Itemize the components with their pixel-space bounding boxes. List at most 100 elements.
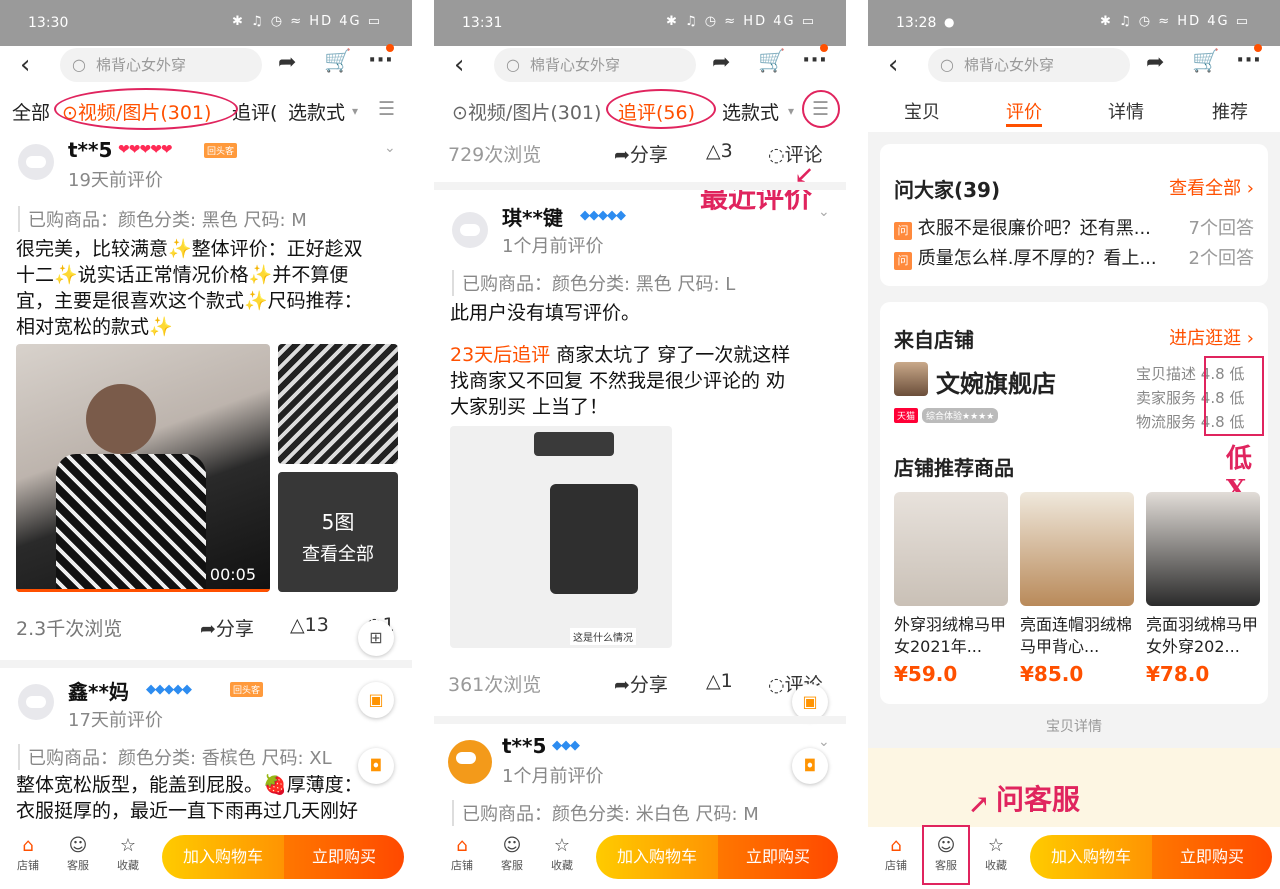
- ask-float-icon[interactable]: ◘: [358, 748, 394, 784]
- filter-followup[interactable]: 追评(: [232, 98, 277, 125]
- chevron-down-icon[interactable]: ⌄: [818, 734, 830, 750]
- chevron-down-icon[interactable]: ⌄: [818, 204, 830, 220]
- like-button[interactable]: △13: [290, 614, 329, 636]
- cart-icon[interactable]: 🛒: [758, 49, 785, 74]
- qa-question: 质量怎么样.厚不厚的？看上...: [917, 248, 1157, 269]
- share-button[interactable]: ➦分享: [614, 670, 668, 697]
- share-icon[interactable]: ➦: [278, 50, 296, 75]
- more-images-tile[interactable]: 5图 查看全部: [278, 472, 398, 592]
- repeat-buyer-badge: 回头客: [230, 682, 264, 697]
- review-date: 19天前评价: [68, 170, 163, 191]
- status-time: 13:30: [28, 15, 69, 31]
- review-image[interactable]: 这是什么情况: [450, 426, 672, 648]
- add-to-cart-button[interactable]: 加入购物车: [1030, 835, 1152, 879]
- search-icon: ○: [940, 55, 954, 74]
- customer-service-button[interactable]: ☺ 客服: [58, 835, 98, 873]
- search-input[interactable]: ○ 棉背心女外穿: [494, 48, 696, 82]
- like-count: 13: [304, 614, 329, 636]
- shop-button[interactable]: ⌂ 店铺: [8, 835, 48, 873]
- share-label: 分享: [215, 618, 254, 640]
- annotation-circle: [606, 89, 716, 129]
- share-icon[interactable]: ➦: [1146, 50, 1164, 75]
- favorite-button[interactable]: ☆ 收藏: [108, 835, 148, 873]
- review-image[interactable]: [278, 344, 398, 464]
- shop-icon: ⌂: [890, 835, 902, 856]
- share-button[interactable]: ➦分享: [614, 140, 668, 167]
- filter-style[interactable]: 选款式: [722, 98, 779, 125]
- recommend-title: 店铺推荐商品: [894, 456, 1014, 480]
- review-float-icon[interactable]: ▣: [358, 682, 394, 718]
- annotation-box: [1204, 356, 1264, 436]
- sweater-image: [56, 454, 206, 592]
- like-button[interactable]: △3: [706, 140, 733, 162]
- question-icon: 问: [894, 222, 912, 240]
- review-line: 相对宽松的款式✨: [16, 316, 173, 338]
- store-section-title: 来自店铺: [894, 328, 974, 352]
- cart-icon[interactable]: 🛒: [324, 49, 351, 74]
- chat-icon: ☺: [68, 835, 88, 856]
- shop-button[interactable]: ⌂ 店铺: [442, 835, 482, 873]
- product-card[interactable]: 亮面羽绒棉马甲女外穿202... ¥78.0: [1146, 492, 1260, 686]
- filter-icon[interactable]: ☰: [378, 98, 395, 120]
- buy-now-button[interactable]: 立即购买: [1152, 835, 1272, 879]
- search-input[interactable]: ○ 棉背心女外穿: [60, 48, 262, 82]
- review-float-icon[interactable]: ▣: [792, 684, 828, 720]
- visit-store-link[interactable]: 进店逛逛 ›: [1169, 324, 1254, 350]
- product-name: 亮面羽绒棉马甲女外穿202...: [1146, 615, 1259, 656]
- followup-text: 23天后追评 商家太坑了 穿了一次就这样 找商家又不回复 不然我是很少评论的 劝…: [450, 342, 790, 420]
- back-icon[interactable]: ‹: [888, 50, 898, 80]
- favorite-label: 收藏: [551, 859, 573, 872]
- chat-icon: ☺: [502, 835, 522, 856]
- store-card: 来自店铺 进店逛逛 › 文婉旗舰店 天猫 综合体验★★★★ 宝贝描述 4.8 低…: [880, 302, 1268, 704]
- share-icon: ➦: [614, 144, 630, 166]
- share-icon[interactable]: ➦: [712, 50, 730, 75]
- qa-item[interactable]: 问 质量怎么样.厚不厚的？看上... 2个回答: [894, 244, 1254, 270]
- status-bar: 13:28 ● ✱ ♫ ◷ ≈ HD 4G ▭: [868, 0, 1280, 46]
- add-to-cart-button[interactable]: 加入购物车: [162, 835, 284, 879]
- shop-button[interactable]: ⌂ 店铺: [876, 835, 916, 873]
- review-date: 1个月前评价: [502, 236, 604, 257]
- product-card[interactable]: 外穿羽绒棉马甲女2021年... ¥59.0: [894, 492, 1008, 686]
- customer-service-button[interactable]: ☺ 客服: [492, 835, 532, 873]
- product-card[interactable]: 亮面连帽羽绒棉马甲背心... ¥85.0: [1020, 492, 1134, 686]
- filter-style[interactable]: 选款式: [288, 98, 345, 125]
- avatar: [448, 740, 492, 784]
- cart-icon[interactable]: 🛒: [1192, 49, 1219, 74]
- bottom-action-bar: ⌂ 店铺 ☺ 客服 ☆ 收藏 加入购物车 立即购买: [434, 827, 846, 889]
- detail-divider: 宝贝详情: [868, 716, 1280, 736]
- status-icons: ✱ ♫ ◷ ≈ HD 4G ▭: [232, 14, 382, 29]
- bottom-action-bar: ⌂ 店铺 ☺ 客服 ☆ 收藏 加入购物车 立即购买: [868, 825, 1280, 889]
- share-label: 分享: [629, 674, 668, 696]
- purchased-sku: 已购商品：颜色分类: 黑色 尺码: M: [18, 206, 307, 232]
- like-count: 1: [720, 670, 733, 692]
- qa-item[interactable]: 问 衣服不是很廉价吧？还有黑... 7个回答: [894, 214, 1254, 240]
- followup-line: 找商家又不回复 不然我是很少评论的 劝: [450, 370, 786, 392]
- diamond-rating-icon: ◆◆◆: [552, 738, 580, 753]
- favorite-button[interactable]: ☆ 收藏: [976, 835, 1016, 873]
- phone-panel-2: 13:31 ✱ ♫ ◷ ≈ HD 4G ▭ ‹ ○ 棉背心女外穿 ➦ 🛒 ··· …: [434, 0, 846, 889]
- store-name[interactable]: 文婉旗舰店: [936, 364, 1056, 399]
- add-to-cart-button[interactable]: 加入购物车: [596, 835, 718, 879]
- avatar: [452, 212, 488, 248]
- tab-item[interactable]: 详情: [1108, 98, 1144, 124]
- review-filter-bar: 全部 ⊙视频/图片(301) 追评( 选款式 ▾ ☰: [0, 86, 412, 132]
- filter-all[interactable]: 全部: [12, 98, 50, 125]
- buy-now-button[interactable]: 立即购买: [718, 835, 838, 879]
- tab-item[interactable]: 推荐: [1212, 98, 1248, 124]
- filter-video-images[interactable]: ⊙视频/图片(301): [452, 98, 601, 125]
- tab-item[interactable]: 宝贝: [904, 98, 940, 124]
- back-icon[interactable]: ‹: [20, 50, 30, 80]
- back-icon[interactable]: ‹: [454, 50, 464, 80]
- search-input[interactable]: ○ 棉背心女外穿: [928, 48, 1130, 82]
- share-button[interactable]: ➦分享: [200, 614, 254, 641]
- chevron-down-icon[interactable]: ⌄: [384, 140, 396, 156]
- qa-view-all-link[interactable]: 查看全部 ›: [1169, 174, 1254, 200]
- ask-float-icon[interactable]: ◘: [792, 748, 828, 784]
- review-video-thumbnail[interactable]: 00:05: [16, 344, 270, 592]
- buy-now-button[interactable]: 立即购买: [284, 835, 404, 879]
- grid-view-icon[interactable]: ⊞: [358, 620, 394, 656]
- like-button[interactable]: △1: [706, 670, 733, 692]
- favorite-button[interactable]: ☆ 收藏: [542, 835, 582, 873]
- tab-reviews[interactable]: 评价: [1006, 98, 1042, 124]
- review-text: 此用户没有填写评价。: [450, 302, 641, 324]
